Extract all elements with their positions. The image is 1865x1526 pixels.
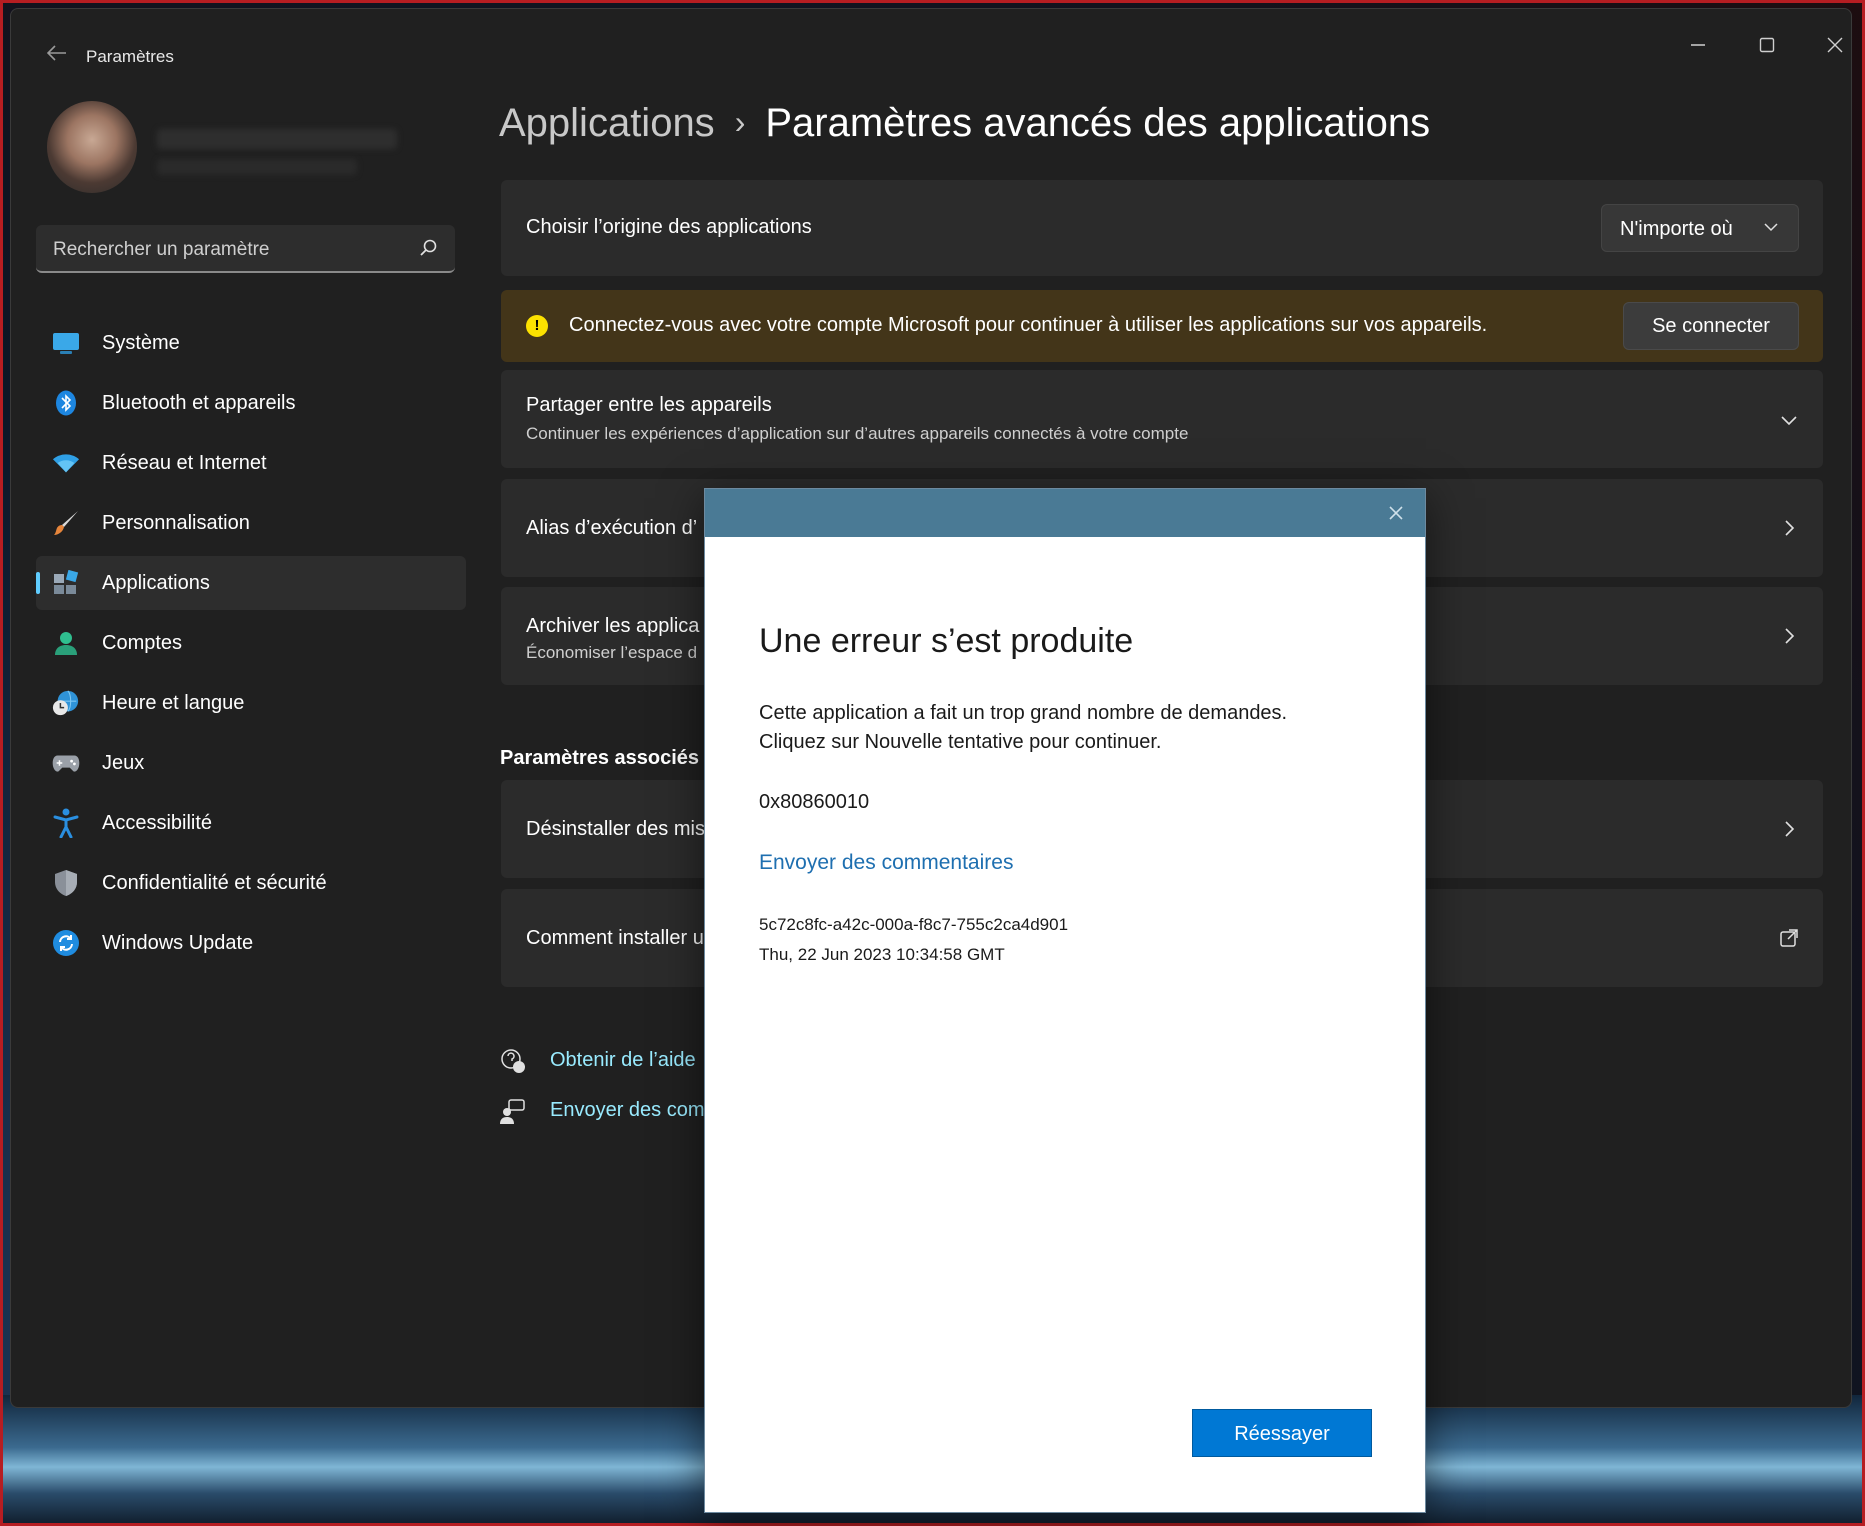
sidebar-item-network[interactable]: Réseau et Internet [36, 436, 466, 490]
user-name-redacted [157, 129, 397, 149]
close-window-button[interactable] [1807, 23, 1851, 67]
avatar [47, 101, 137, 193]
dialog-message-line2: Cliquez sur Nouvelle tentative pour cont… [759, 731, 1162, 753]
sidebar-item-accessibility[interactable]: Accessibilité [36, 796, 466, 850]
sidebar-item-label: Windows Update [102, 931, 254, 954]
user-profile[interactable] [37, 101, 477, 201]
chevron-right-icon [1785, 520, 1795, 536]
chevron-down-icon[interactable] [1779, 410, 1799, 430]
send-feedback-link[interactable]: Envoyer des commentaires [759, 851, 1013, 875]
dialog-title-bar [705, 489, 1425, 537]
back-arrow-icon [47, 45, 66, 61]
retry-button[interactable]: Réessayer [1192, 1409, 1372, 1457]
send-feedback-label: Envoyer des com [550, 1099, 705, 1121]
alias-title: Alias d’exécution d’ [526, 517, 698, 539]
shield-icon [52, 870, 80, 896]
sidebar-nav: Système Bluetooth et appareils Réseau et… [36, 316, 466, 976]
active-indicator [36, 572, 40, 594]
archive-title: Archiver les applica [526, 615, 700, 637]
sidebar-item-label: Applications [102, 571, 210, 594]
external-link-icon [1780, 929, 1798, 947]
warning-icon: ! [526, 315, 548, 337]
error-dialog: Une erreur s’est produite Cette applicat… [704, 488, 1426, 1513]
sidebar-item-applications[interactable]: Applications [36, 556, 466, 610]
sidebar-item-label: Système [102, 331, 180, 354]
error-code: 0x80860010 [759, 791, 870, 813]
sidebar-item-label: Comptes [102, 631, 183, 654]
uninstall-title: Désinstaller des mis [526, 818, 705, 840]
sign-in-button[interactable]: Se connecter [1623, 302, 1799, 350]
correlation-id: 5c72c8fc-a42c-000a-f8c7-755c2ca4d901 [759, 915, 1069, 934]
get-help-label: Obtenir de l’aide [550, 1049, 696, 1071]
sidebar-item-accounts[interactable]: Comptes [36, 616, 466, 670]
bluetooth-icon [52, 390, 80, 416]
maximize-icon [1759, 37, 1775, 53]
sidebar-item-windows-update[interactable]: Windows Update [36, 916, 466, 970]
share-across-devices-card[interactable]: Partager entre les appareils Continuer l… [501, 370, 1823, 468]
breadcrumb-separator: › [734, 104, 746, 140]
signin-warning-banner: ! Connectez-vous avec votre compte Micro… [501, 290, 1823, 362]
sidebar-item-label: Heure et langue [102, 691, 245, 714]
title-bar: Paramètres [11, 9, 1851, 89]
sidebar-item-label: Confidentialité et sécurité [102, 871, 327, 894]
sidebar-item-label: Accessibilité [102, 811, 213, 834]
app-origin-value: N'importe où [1620, 218, 1733, 240]
clock-globe-icon [52, 690, 80, 716]
search-placeholder: Rechercher un paramètre [53, 239, 270, 260]
sidebar-item-personalization[interactable]: Personnalisation [36, 496, 466, 550]
accessibility-icon [52, 808, 80, 838]
breadcrumb-parent[interactable]: Applications [499, 101, 715, 145]
search-input[interactable]: Rechercher un paramètre [36, 225, 455, 273]
dialog-message-line1: Cette application a fait un trop grand n… [759, 702, 1288, 724]
sidebar-item-time-language[interactable]: Heure et langue [36, 676, 466, 730]
archive-subtitle: Économiser l’espace d [526, 643, 698, 662]
sidebar-item-privacy-security[interactable]: Confidentialité et sécurité [36, 856, 466, 910]
maximize-button[interactable] [1739, 23, 1795, 67]
app-origin-title: Choisir l’origine des applications [526, 216, 812, 238]
brush-icon [52, 510, 80, 536]
share-title: Partager entre les appareils [526, 394, 772, 416]
minimize-button[interactable] [1670, 23, 1726, 67]
system-icon [52, 330, 80, 356]
app-title: Paramètres [86, 47, 174, 66]
warning-message: Connectez-vous avec votre compte Microso… [569, 314, 1488, 336]
chevron-right-icon [1785, 628, 1795, 644]
update-icon [52, 930, 80, 956]
back-button[interactable] [35, 33, 79, 73]
feedback-icon [500, 1099, 525, 1124]
dialog-title: Une erreur s’est produite [759, 622, 1134, 660]
minimize-icon [1691, 44, 1705, 46]
share-subtitle: Continuer les expériences d’application … [526, 424, 1189, 443]
sidebar-item-label: Jeux [102, 751, 145, 774]
gamepad-icon [52, 750, 80, 776]
sidebar-item-label: Bluetooth et appareils [102, 391, 296, 414]
close-icon[interactable] [1385, 502, 1407, 524]
page-title: Paramètres avancés des applications [765, 101, 1431, 145]
chevron-down-icon [1764, 223, 1778, 232]
sidebar-item-label: Réseau et Internet [102, 451, 267, 474]
sidebar-item-bluetooth[interactable]: Bluetooth et appareils [36, 376, 466, 430]
app-origin-card: Choisir l’origine des applications N'imp… [501, 180, 1823, 276]
close-icon [1827, 37, 1843, 53]
user-email-redacted [157, 159, 357, 175]
apps-icon [52, 570, 80, 596]
install-title: Comment installer u [526, 927, 704, 949]
help-icon [501, 1049, 525, 1073]
app-origin-dropdown[interactable]: N'importe où [1601, 204, 1799, 252]
sidebar-item-gaming[interactable]: Jeux [36, 736, 466, 790]
search-icon [420, 239, 437, 256]
breadcrumb: Applications › Paramètres avancés des appl… [499, 101, 1430, 146]
account-icon [52, 630, 80, 656]
error-timestamp: Thu, 22 Jun 2023 10:34:58 GMT [759, 945, 1005, 964]
related-settings-heading: Paramètres associés [500, 747, 700, 769]
sidebar-item-label: Personnalisation [102, 511, 250, 534]
chevron-right-icon [1785, 821, 1795, 837]
wifi-icon [52, 450, 80, 476]
sidebar-item-system[interactable]: Système [36, 316, 466, 370]
